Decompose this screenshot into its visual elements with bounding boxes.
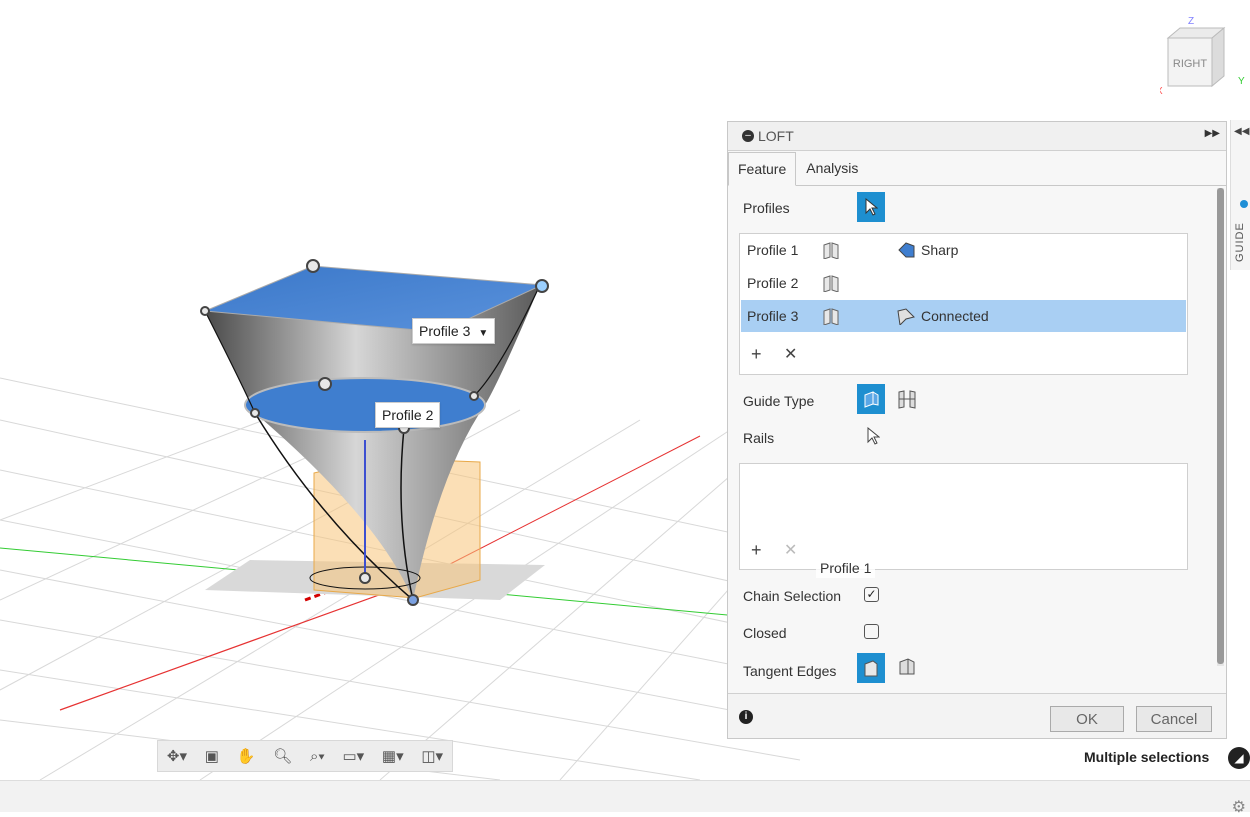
- chevron-down-icon[interactable]: ▼: [478, 328, 488, 339]
- profile3-tag[interactable]: Profile 3 ▼: [412, 318, 496, 344]
- status-dot: [1240, 200, 1248, 208]
- sharp-icon[interactable]: [896, 241, 916, 259]
- grid-settings-icon[interactable]: ▦▾: [382, 747, 404, 765]
- cursor-icon[interactable]: [866, 427, 880, 447]
- minimize-icon[interactable]: –: [742, 130, 754, 142]
- tab-feature[interactable]: Feature: [728, 152, 797, 186]
- guide-type-label: Guide Type: [743, 393, 815, 409]
- svg-text:X: X: [1160, 86, 1163, 97]
- selection-status: Multiple selections: [1084, 749, 1210, 765]
- orbit-icon[interactable]: ✥▾: [167, 747, 187, 765]
- merge-edges-icon: [864, 660, 878, 677]
- profiles-select-button[interactable]: [857, 192, 885, 222]
- profile-row-2[interactable]: Profile 2: [741, 267, 1186, 299]
- chain-selection-checkbox[interactable]: ✓: [864, 587, 879, 602]
- closed-label: Closed: [743, 625, 787, 641]
- profiles-list: Profile 1 Sharp Profile 2 Profile 3 Conn…: [739, 233, 1188, 375]
- cursor-icon: [865, 198, 878, 216]
- closed-checkbox[interactable]: [864, 624, 879, 639]
- svg-text:Y: Y: [1238, 76, 1245, 87]
- profile-condition-icon[interactable]: [821, 307, 841, 325]
- dialog-title: LOFT: [758, 128, 794, 144]
- viewcube[interactable]: RIGHT Z X Y: [1156, 14, 1245, 97]
- add-rail-icon[interactable]: +: [751, 540, 762, 561]
- tangent-edges-label: Tangent Edges: [743, 663, 837, 679]
- guide-type-rails-button[interactable]: [857, 384, 885, 414]
- profile2-face[interactable]: [244, 377, 486, 433]
- dialog-footer: i OK Cancel: [728, 693, 1226, 738]
- cancel-button[interactable]: Cancel: [1136, 706, 1212, 732]
- info-icon[interactable]: i: [739, 710, 753, 724]
- ok-button[interactable]: OK: [1050, 706, 1124, 732]
- loft-dialog: – LOFT ▶▶ Feature Analysis Profiles Prof…: [727, 121, 1227, 739]
- profile-condition-icon[interactable]: [821, 274, 841, 292]
- remove-profile-icon[interactable]: ✕: [784, 344, 797, 364]
- display-settings-icon[interactable]: ▭▾: [342, 747, 364, 765]
- dialog-header[interactable]: – LOFT ▶▶: [728, 122, 1226, 151]
- connected-icon[interactable]: [896, 307, 916, 325]
- tab-bar: Feature Analysis: [728, 151, 1226, 186]
- tab-analysis[interactable]: Analysis: [796, 151, 868, 185]
- svg-text:Z: Z: [1188, 16, 1194, 27]
- look-at-icon[interactable]: ▣: [205, 747, 219, 765]
- centerline-icon[interactable]: [896, 388, 918, 410]
- chain-selection-label: Chain Selection: [743, 588, 842, 604]
- rails-label: Rails: [743, 430, 775, 446]
- selection-filter-icon[interactable]: ◢: [1228, 747, 1250, 769]
- navigation-toolbar: ✥▾ ▣ ✋ 🔍︎ ⌕▾ ▭▾ ▦▾ ◫▾: [157, 740, 453, 772]
- dialog-scrollbar[interactable]: [1217, 188, 1224, 666]
- profile-row-1[interactable]: Profile 1 Sharp: [741, 234, 1186, 266]
- zoom-icon[interactable]: 🔍︎: [273, 747, 292, 765]
- profile2-tag[interactable]: Profile 2: [375, 402, 441, 428]
- feature-panel: Profiles Profile 1 Sharp Profile 2 Profi…: [728, 186, 1214, 694]
- x-axis-line: [59, 581, 416, 711]
- rails-list: + ✕ Profile 1: [739, 463, 1188, 578]
- add-profile-icon[interactable]: +: [751, 344, 762, 365]
- profile1-tag[interactable]: Profile 1: [816, 558, 876, 578]
- side-panel-label: GUIDE: [1234, 222, 1246, 262]
- tangent-edges-merge-button[interactable]: [857, 653, 885, 683]
- collapse-left-icon[interactable]: ◀◀: [1234, 126, 1249, 137]
- viewcube-face-label: RIGHT: [1173, 58, 1208, 70]
- profile-condition-icon[interactable]: [821, 241, 841, 259]
- rails-icon: [864, 391, 879, 408]
- viewports-icon[interactable]: ◫▾: [421, 747, 443, 765]
- profile-row-3[interactable]: Profile 3 Connected: [741, 300, 1186, 332]
- keep-edges-icon[interactable]: [896, 656, 918, 678]
- remove-rail-icon: ✕: [784, 542, 798, 559]
- status-bar: ⚙: [0, 780, 1250, 816]
- fit-icon[interactable]: ⌕▾: [310, 748, 325, 765]
- gear-icon[interactable]: ⚙: [1232, 797, 1246, 817]
- pan-icon[interactable]: ✋: [237, 747, 256, 765]
- expand-icon[interactable]: ▶▶: [1205, 128, 1220, 139]
- side-panel[interactable]: ◀◀ GUIDE: [1230, 120, 1250, 270]
- profiles-label: Profiles: [743, 200, 790, 216]
